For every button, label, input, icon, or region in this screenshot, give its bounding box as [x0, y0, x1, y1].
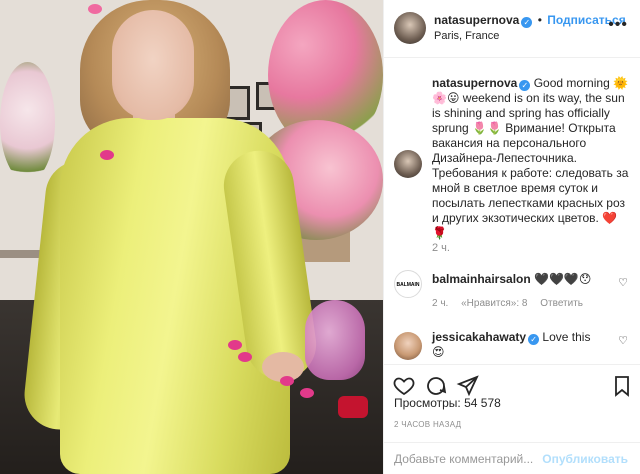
comment-like-heart-icon[interactable]: ♡	[618, 334, 628, 347]
photo-petal	[100, 150, 114, 160]
caption-username[interactable]: natasupernova	[432, 76, 517, 90]
comment-like-heart-icon[interactable]: ♡	[618, 276, 628, 289]
publish-button[interactable]: Опубликовать	[542, 452, 628, 466]
comment-likes[interactable]: «Нравится»: 8	[461, 298, 527, 309]
commenter-avatar-balmain[interactable]: BALMAIN	[394, 270, 422, 298]
comment-item: jessicakahawaty ✓ Love this 😍	[432, 330, 602, 360]
photo-petal	[300, 388, 314, 398]
post-photo[interactable]	[0, 0, 383, 474]
commenter-avatar-jessica[interactable]	[394, 332, 422, 360]
verified-icon: ✓	[519, 80, 531, 91]
caption-time[interactable]: 2 ч.	[432, 242, 450, 254]
location-link[interactable]: Paris, France	[434, 30, 499, 42]
verified-icon: ✓	[528, 334, 540, 345]
photo-petal	[228, 340, 242, 350]
views-label: Просмотры: 54 578	[394, 396, 501, 410]
author-line: natasupernova ✓ • Подписаться	[434, 13, 626, 28]
photo-petal	[338, 396, 368, 418]
more-options-icon[interactable]: •••	[608, 16, 628, 34]
separator-dot: •	[537, 13, 542, 27]
bookmark-icon[interactable]	[610, 374, 634, 398]
photo-petal	[280, 376, 294, 386]
comment-icon[interactable]	[424, 374, 448, 398]
caption-text: Good morning 🌞 🌸😛 weekend is on its way,…	[432, 76, 629, 240]
photo-petal	[88, 4, 102, 14]
post-header: natasupernova ✓ • Подписаться Paris, Fran…	[384, 0, 640, 58]
photo-pink-vase	[305, 300, 365, 380]
posted-time[interactable]: 2 ЧАСОВ НАЗАД	[394, 420, 461, 429]
comment-meta: 2 ч. «Нравится»: 8 Ответить	[432, 298, 583, 309]
views-count[interactable]: Просмотры: 54 578	[394, 396, 501, 410]
photo-petal	[238, 352, 252, 362]
comment-time[interactable]: 2 ч.	[432, 298, 448, 309]
verified-icon: ✓	[521, 17, 533, 28]
comment-item: balmainhairsalon 🖤🖤🖤😯	[432, 272, 602, 287]
comment-reply-button[interactable]: Ответить	[540, 298, 583, 309]
caption-author-avatar[interactable]	[394, 150, 422, 178]
post-side-panel: natasupernova ✓ • Подписаться Paris, Fran…	[383, 0, 640, 474]
share-icon[interactable]	[456, 374, 480, 398]
comments-area[interactable]: natasupernova ✓ Good morning 🌞 🌸😛 weekend…	[384, 58, 640, 364]
photo-face	[112, 10, 194, 120]
author-username[interactable]: natasupernova	[434, 13, 519, 27]
comment-username[interactable]: jessicakahawaty	[432, 330, 526, 344]
heart-icon[interactable]	[392, 374, 416, 398]
add-comment-bar: Опубликовать	[384, 442, 640, 474]
photo-flowers-left	[0, 62, 55, 182]
comment-text: 🖤🖤🖤😯	[534, 272, 592, 286]
author-avatar[interactable]	[394, 12, 426, 44]
comment-username[interactable]: balmainhairsalon	[432, 272, 531, 286]
caption: natasupernova ✓ Good morning 🌞 🌸😛 weekend…	[432, 76, 632, 241]
